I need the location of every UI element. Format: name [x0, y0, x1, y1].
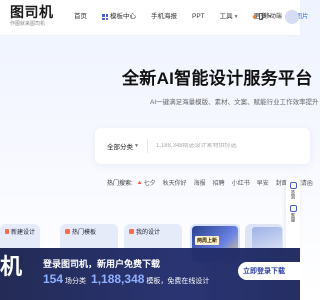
logo[interactable]: 图司机 作图就来图司机 — [10, 5, 54, 28]
category-label: 全部分类 — [107, 144, 133, 151]
checkin-button[interactable]: 签到 — [289, 182, 297, 199]
search-divider — [146, 139, 148, 153]
card-label: 新建设计 — [5, 227, 35, 236]
stat-categories-count: 154 — [43, 272, 64, 286]
nav-ppt[interactable]: PPT — [192, 12, 205, 22]
card-label: 我的设计 — [129, 227, 177, 236]
hot-search-text: 七夕 — [143, 181, 156, 187]
search-input[interactable] — [155, 143, 296, 149]
nav-tools[interactable]: 工具 ▼ — [220, 12, 239, 22]
mobile-link[interactable]: 移动端 — [258, 12, 282, 22]
logo-text: 图司机 — [10, 4, 54, 20]
plus-icon — [5, 229, 9, 234]
hot-search-item[interactable]: 秋天你好 — [163, 178, 187, 187]
chevron-down-icon: ▼ — [233, 14, 239, 20]
nav-templates[interactable]: 模板中心 — [102, 12, 136, 22]
stat-categories-unit: 场分类 — [65, 278, 87, 285]
calendar-icon — [289, 182, 297, 189]
hot-search-item[interactable]: 招聘 — [213, 178, 225, 187]
bell-icon[interactable]: ● — [252, 12, 257, 22]
card-text: 热门模板 — [72, 230, 97, 236]
checkin-label: 签到 — [291, 190, 296, 199]
folder-icon — [129, 229, 134, 234]
card-text: 我的设计 — [136, 230, 161, 236]
banner-brand: 机 — [0, 254, 23, 279]
search-bar: 全部分类 ▼ — [95, 128, 310, 164]
hot-search-item[interactable]: 小红书 — [232, 178, 250, 187]
hot-search-item[interactable]: 海报 — [194, 178, 206, 187]
logo-subtitle: 作图就来图司机 — [10, 21, 46, 27]
header-right: ● 移动端 — [252, 12, 282, 22]
nav-mobile-poster[interactable]: 手机海报 — [151, 12, 177, 22]
headset-icon — [289, 205, 297, 212]
hot-search-item[interactable]: ▲ 七夕 — [136, 178, 156, 188]
login-banner: 机 登录图司机，新用户免费下载 154 场分类 1,188,348 模板，免费在… — [0, 248, 300, 300]
banner-title: 登录图司机，新用户免费下载 — [43, 259, 161, 269]
nav-templates-label: 模板中心 — [110, 13, 136, 20]
card-text: 新建设计 — [10, 230, 35, 236]
hot-search-label: 热门搜索: — [107, 181, 133, 187]
stat-templates-text: 模板，免费在线设计 — [146, 278, 210, 285]
nav-tools-label: 工具 — [219, 13, 233, 20]
phone-icon — [258, 12, 263, 20]
hero-title: 全新AI智能设计服务平台 — [122, 69, 313, 88]
top-header: 图司机 作图就来图司机 首页 模板中心 手机海报 PPT 工具 ▼ 更多 ▼ A… — [0, 0, 309, 36]
poster-tag: 两周上新 — [195, 236, 220, 245]
hot-search-item[interactable]: 早安 — [257, 178, 269, 187]
card-label: 热门模板 — [65, 227, 113, 236]
avatar[interactable] — [285, 10, 299, 24]
grid-icon — [102, 14, 108, 20]
fire-icon: ▲ — [136, 179, 143, 186]
fire-icon — [65, 229, 70, 234]
login-download-button[interactable]: 立即登录下载 — [238, 262, 300, 280]
chevron-down-icon: ▼ — [134, 143, 139, 149]
stat-templates-count: 1,188,348 — [91, 272, 145, 286]
service-label: 客服 — [291, 213, 296, 222]
nav-home[interactable]: 首页 — [74, 12, 87, 22]
banner-stats: 154 场分类 1,188,348 模板，免费在线设计 — [43, 272, 209, 286]
hero-subtitle: AI一键满足海量模版、素材、文案、赋能行业工作效率提升 — [150, 99, 319, 106]
mobile-label: 移动端 — [263, 14, 282, 20]
service-button[interactable]: 客服 — [289, 205, 297, 222]
category-select[interactable]: 全部分类 ▼ — [107, 141, 139, 151]
